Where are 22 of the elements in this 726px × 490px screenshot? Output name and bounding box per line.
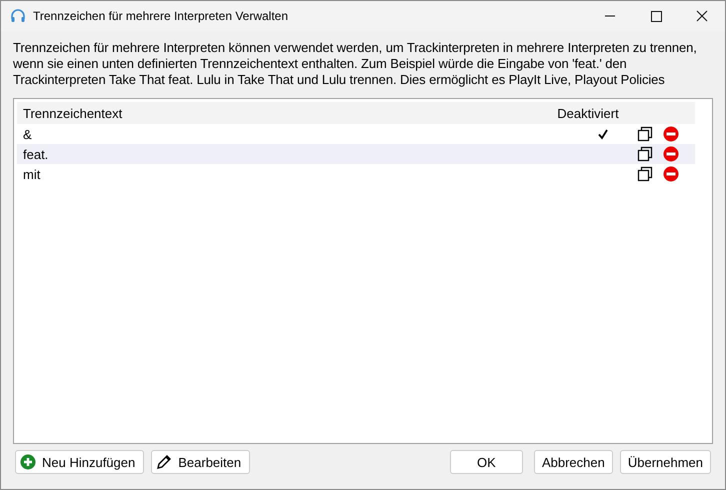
headphones-icon [10,8,26,24]
dialog-button[interactable]: Bearbeiten [151,450,250,474]
column-header: Trennzeichentext [22,106,124,120]
copy-icon[interactable] [637,146,653,162]
copy-icon[interactable] [637,166,653,182]
remove-icon[interactable] [663,166,679,182]
dialog-button[interactable]: Übernehmen [620,450,711,474]
plus-icon [20,454,36,470]
dialog-button[interactable]: Neu Hinzufügen [15,450,144,474]
dialog-button[interactable]: Abbrechen [534,450,613,474]
remove-icon[interactable] [663,146,679,162]
description-text: Trennzeichen für mehrere Interpreten können verwendet werden, um Trackinterpreten in mehrere Interpreten zu trennen, wenn sie einen unten definierten Trennzeichentext enthalten. Zum Beispiel würde die Eingabe von 'feat.' den Trackinterpreten Take That feat. Lulu in Take That und Lulu trennen. Dies ermöglicht es PlayIt Live, Playout Policies [13,40,698,88]
table-cell-text: mit [22,166,42,182]
remove-icon[interactable] [663,126,679,142]
dialog-button[interactable]: OK [450,450,523,474]
column-header: Deaktiviert [556,106,620,120]
pencil-icon [156,454,172,470]
table-row[interactable]: feat. [17,144,695,164]
window-title: Trennzeichen für mehrere Interpreten Verwalten [33,9,288,23]
copy-icon[interactable] [637,126,653,142]
table-cell-text: & [22,126,33,142]
table-cell-text: feat. [22,146,50,162]
